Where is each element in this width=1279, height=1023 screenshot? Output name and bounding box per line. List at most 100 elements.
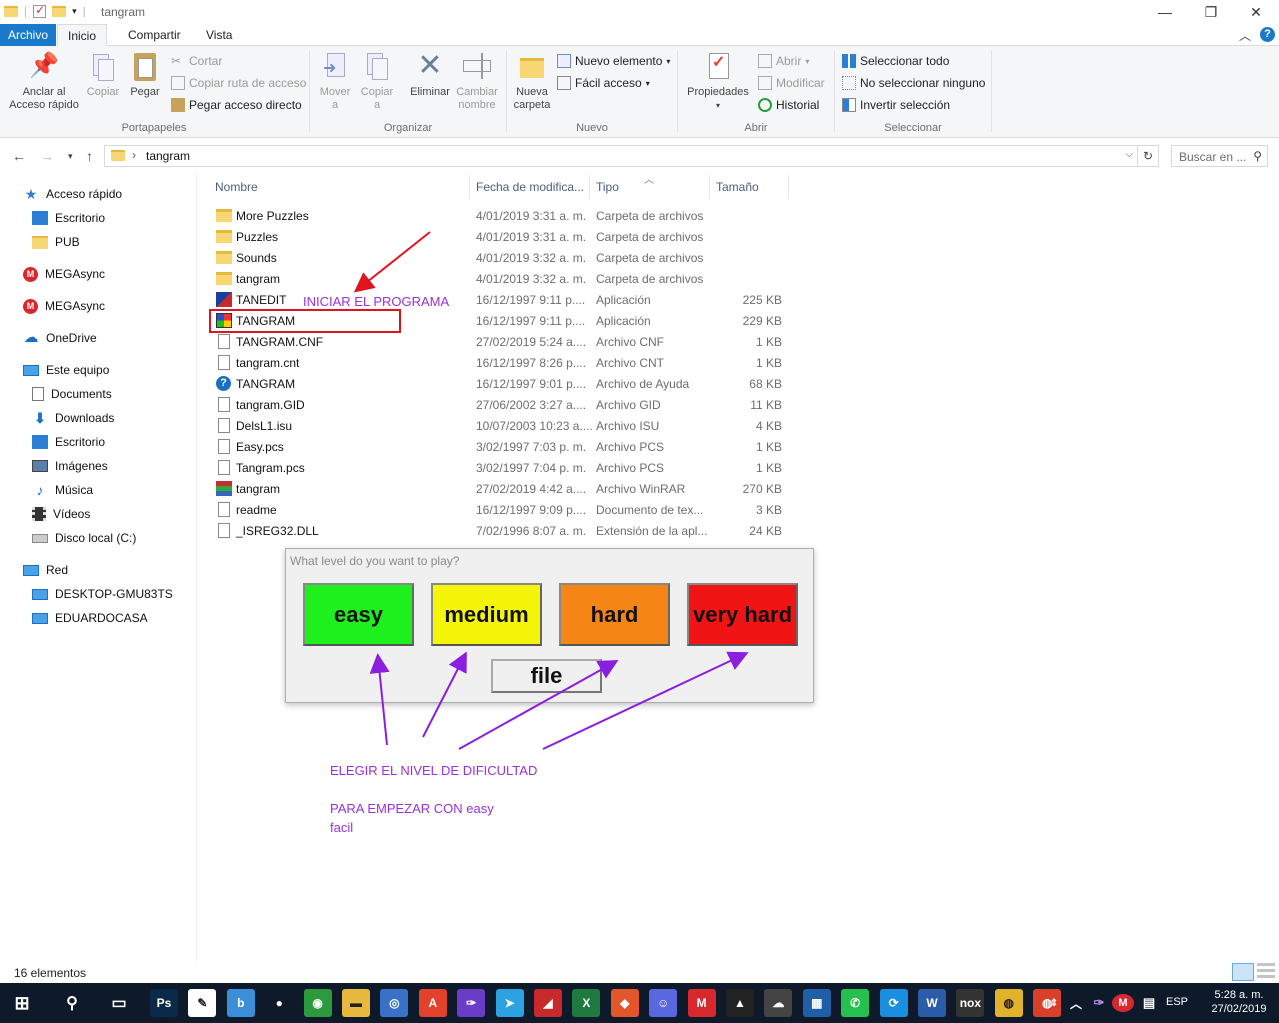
tray-mega-icon[interactable]: M — [1112, 994, 1134, 1012]
column-header-size[interactable]: Tamaño — [716, 180, 759, 194]
customize-quick-access-icon[interactable]: ▾ — [72, 6, 77, 17]
file-button[interactable]: file — [491, 659, 602, 693]
help-icon[interactable]: ? — [1260, 27, 1275, 42]
nav-item-acceso-rápido[interactable]: ★ Acceso rápido — [23, 184, 122, 204]
properties-quick-icon[interactable] — [33, 3, 47, 18]
back-arrow-icon[interactable]: ← — [12, 148, 26, 164]
excel-icon[interactable]: X — [572, 989, 601, 1017]
show-hidden-icons-icon[interactable]: ︿ — [1066, 989, 1086, 1017]
new-item-button[interactable]: Nuevo elemento ▾ — [557, 52, 670, 70]
new-folder-button[interactable]: Nueva carpeta — [511, 50, 553, 112]
address-dropdown-icon[interactable]: ⌵ — [1125, 149, 1133, 160]
minimize-icon[interactable]: — — [1142, 0, 1188, 24]
whatsapp-icon[interactable]: ✆ — [841, 989, 870, 1017]
app11-icon[interactable]: ◢ — [534, 989, 562, 1017]
photoshop-icon[interactable]: Ps — [150, 989, 178, 1017]
file-row[interactable]: readme 16/12/1997 9:09 p.... Documento de … — [213, 499, 793, 520]
maximize-icon[interactable]: ❐ — [1188, 0, 1234, 24]
file-row[interactable]: tangram 27/02/2019 4:42 a.... Archivo WinR… — [213, 478, 793, 499]
paste-shortcut-button[interactable]: Pegar acceso directo — [171, 96, 302, 114]
nav-item-megasync[interactable]: M MEGAsync — [23, 296, 105, 316]
file-row[interactable]: More Puzzles 4/01/2019 3:31 a. m. Carpeta … — [213, 205, 793, 226]
file-row[interactable]: ? TANGRAM 16/12/1997 9:01 p.... Archivo de … — [213, 373, 793, 394]
tray-pen-icon[interactable]: ✑ — [1088, 989, 1110, 1017]
file-row[interactable]: tangram.cnt 16/12/1997 8:26 p.... Archivo … — [213, 352, 793, 373]
column-header-type[interactable]: Tipo — [596, 180, 619, 194]
app18-icon[interactable]: ▦ — [802, 989, 831, 1017]
column-header-date[interactable]: Fecha de modifica... — [476, 180, 584, 194]
file-row[interactable]: TANGRAM.CNF 27/02/2019 5:24 a.... Archivo … — [213, 331, 793, 352]
discord-icon[interactable]: ☺ — [649, 989, 678, 1017]
breadcrumb-chevron-icon[interactable]: › — [132, 148, 136, 162]
file-row[interactable]: Easy.pcs 3/02/1997 7:03 p. m. Archivo PCS 1… — [213, 436, 793, 457]
rename-button[interactable]: Cambiar nombre — [454, 50, 500, 112]
app9-icon[interactable]: ✑ — [457, 989, 486, 1017]
scroll-icon[interactable]: ⇕ — [1046, 989, 1062, 1017]
nav-item-pub[interactable]: PUB — [32, 232, 80, 252]
edit-button[interactable]: Modificar — [758, 74, 825, 92]
delete-button[interactable]: ✕ Eliminar — [407, 50, 453, 99]
nox-icon[interactable]: nox — [956, 989, 985, 1017]
app13-icon[interactable]: ◆ — [610, 989, 639, 1017]
select-none-button[interactable]: No seleccionar ninguno — [842, 74, 985, 92]
start-icon[interactable]: ⊞ — [8, 989, 36, 1017]
column-separator[interactable] — [788, 175, 789, 199]
telegram-icon[interactable]: ➤ — [495, 989, 524, 1017]
app5-icon[interactable]: ◉ — [303, 989, 332, 1017]
very-hard-button[interactable]: very hard — [687, 583, 798, 646]
recent-locations-icon[interactable]: ▾ — [68, 151, 73, 162]
tab-inicio[interactable]: Inicio — [57, 24, 108, 46]
mega-icon[interactable]: M — [687, 989, 716, 1017]
open-button[interactable]: Abrir ▾ — [758, 52, 809, 70]
address-input[interactable]: › tangram ⌵ — [104, 145, 1138, 167]
nav-item-vídeos[interactable]: Vídeos — [32, 504, 90, 524]
copy-to-button[interactable]: Copiar a — [358, 50, 396, 112]
app7-icon[interactable]: ◎ — [380, 989, 409, 1017]
copy-button[interactable]: Copiar — [84, 50, 122, 99]
nav-item-red[interactable]: Red — [23, 560, 68, 580]
file-row[interactable]: Sounds 4/01/2019 3:32 a. m. Carpeta de arc… — [213, 247, 793, 268]
file-row[interactable]: tangram.GID 27/06/2002 3:27 a.... Archivo … — [213, 394, 793, 415]
tiles-view-icon[interactable] — [1257, 963, 1275, 981]
cut-button[interactable]: ✂ Cortar — [171, 52, 222, 70]
tray-notification-icon[interactable]: ▤ — [1138, 989, 1160, 1017]
close-icon[interactable]: ✕ — [1233, 0, 1279, 24]
nav-item-imágenes[interactable]: Imágenes — [32, 456, 108, 476]
search-icon[interactable]: ⚲ — [1253, 149, 1262, 163]
app20-icon[interactable]: ⟳ — [879, 989, 908, 1017]
hard-button[interactable]: hard — [559, 583, 670, 646]
breadcrumb-path[interactable]: tangram — [146, 149, 190, 163]
task-view-icon[interactable]: ▭ — [105, 989, 133, 1017]
nav-item-megasync[interactable]: M MEGAsync — [23, 264, 105, 284]
properties-button[interactable]: ✓ Propiedades ▾ — [684, 50, 752, 112]
app16-icon[interactable]: ▲ — [726, 989, 754, 1017]
explorer-icon[interactable]: ▬ — [342, 989, 370, 1017]
app3-icon[interactable]: b — [226, 989, 255, 1017]
details-view-icon[interactable] — [1232, 963, 1254, 981]
easy-access-button[interactable]: Fácil acceso ▾ — [557, 74, 650, 92]
file-row[interactable]: Tangram.pcs 3/02/1997 7:04 p. m. Archivo P… — [213, 457, 793, 478]
chrome-icon[interactable]: ◍ — [994, 989, 1023, 1017]
medium-button[interactable]: medium — [431, 583, 542, 646]
paste-button[interactable]: Pegar — [127, 50, 163, 99]
file-row[interactable]: DelsL1.isu 10/07/2003 10:23 a.... Archivo … — [213, 415, 793, 436]
tab-vista[interactable]: Vista — [196, 24, 242, 46]
tab-compartir[interactable]: Compartir — [118, 24, 191, 46]
up-arrow-icon[interactable]: ↑ — [86, 148, 93, 164]
nav-item-música[interactable]: ♪ Música — [32, 480, 94, 500]
history-button[interactable]: Historial — [758, 96, 819, 114]
column-separator[interactable] — [589, 175, 590, 199]
refresh-icon[interactable]: ↻ — [1138, 145, 1159, 167]
nav-item-escritorio[interactable]: Escritorio — [32, 432, 105, 452]
nav-item-onedrive[interactable]: ☁ OneDrive — [23, 328, 97, 348]
clock[interactable]: 5:28 a. m. 27/02/2019 — [1204, 988, 1274, 1016]
nav-item-eduardocasa[interactable]: EDUARDOCASA — [32, 608, 148, 628]
pin-quick-access-button[interactable]: 📌 Anclar al Acceso rápido — [6, 50, 82, 112]
app2-icon[interactable]: ✎ — [188, 989, 217, 1017]
forward-arrow-icon[interactable]: → — [40, 148, 54, 164]
invert-selection-button[interactable]: Invertir selección — [842, 96, 950, 114]
move-to-button[interactable]: ➜ Mover a — [316, 50, 354, 112]
word-icon[interactable]: W — [918, 989, 946, 1017]
nav-item-escritorio[interactable]: Escritorio — [32, 208, 105, 228]
nav-item-disco-local-c-[interactable]: Disco local (C:) — [32, 528, 136, 548]
